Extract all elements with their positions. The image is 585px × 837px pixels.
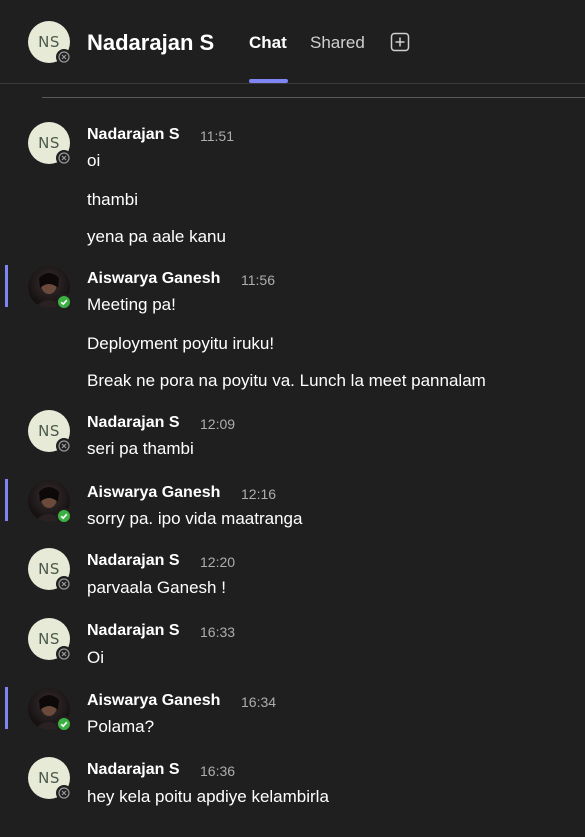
message-text[interactable]: hey kela poitu apdiye kelambirla <box>87 787 329 807</box>
offline-status-icon <box>56 646 72 662</box>
sender-name[interactable]: Nadarajan S <box>87 622 179 640</box>
message-time: 11:56 <box>241 272 275 288</box>
offline-status-icon <box>56 150 72 166</box>
message-text[interactable]: oi <box>87 151 100 171</box>
message-text[interactable]: Oi <box>87 648 104 668</box>
sender-name[interactable]: Aiswarya Ganesh <box>87 484 220 502</box>
online-status-icon <box>56 294 72 310</box>
message-text[interactable]: seri pa thambi <box>87 439 194 459</box>
sender-name[interactable]: Nadarajan S <box>87 761 179 779</box>
unread-indicator <box>5 265 8 307</box>
message-text[interactable]: Meeting pa! <box>87 295 176 315</box>
avatar-initials: NS <box>38 769 60 787</box>
chat-title: Nadarajan S <box>87 30 215 55</box>
sender-name[interactable]: Aiswarya Ganesh <box>87 270 220 288</box>
offline-status-icon <box>56 576 72 592</box>
avatar-initials: NS <box>38 33 60 51</box>
message-time: 12:20 <box>200 554 236 570</box>
tab-chat[interactable]: Chat <box>249 33 287 53</box>
avatar-initials: NS <box>38 134 60 152</box>
sender-name[interactable]: Nadarajan S <box>87 414 179 432</box>
message-time: 16:34 <box>241 694 277 710</box>
online-status-icon <box>56 716 72 732</box>
unread-indicator <box>5 687 8 729</box>
avatar-initials: NS <box>38 560 60 578</box>
tab-shared[interactable]: Shared <box>310 33 365 53</box>
online-status-icon <box>56 508 72 524</box>
offline-status-icon <box>56 49 72 65</box>
message-text[interactable]: Deployment poyitu iruku! <box>87 334 274 354</box>
divider <box>42 97 585 98</box>
sender-name[interactable]: Aiswarya Ganesh <box>87 692 220 710</box>
message-text[interactable]: thambi <box>87 190 138 210</box>
sender-name[interactable]: Nadarajan S <box>87 126 179 144</box>
message-text[interactable]: parvaala Ganesh ! <box>87 578 226 598</box>
message-time: 16:36 <box>200 763 236 779</box>
unread-indicator <box>5 479 8 521</box>
plus-square-icon[interactable] <box>390 32 410 52</box>
offline-status-icon <box>56 438 72 454</box>
message-time: 12:16 <box>241 486 277 502</box>
message-text[interactable]: sorry pa. ipo vida maatranga <box>87 509 302 529</box>
message-text[interactable]: Break ne pora na poyitu va. Lunch la mee… <box>87 371 486 391</box>
sender-name[interactable]: Nadarajan S <box>87 552 179 570</box>
avatar-initials: NS <box>38 422 60 440</box>
message-text[interactable]: Polama? <box>87 717 154 737</box>
avatar-initials: NS <box>38 630 60 648</box>
message-time: 11:51 <box>200 128 234 144</box>
tab-selected-indicator <box>249 79 288 83</box>
offline-status-icon <box>56 785 72 801</box>
message-text[interactable]: yena pa aale kanu <box>87 227 226 247</box>
message-time: 16:33 <box>200 624 236 640</box>
message-time: 12:09 <box>200 416 236 432</box>
chat-header: NS Nadarajan S Chat Shared <box>0 0 585 84</box>
